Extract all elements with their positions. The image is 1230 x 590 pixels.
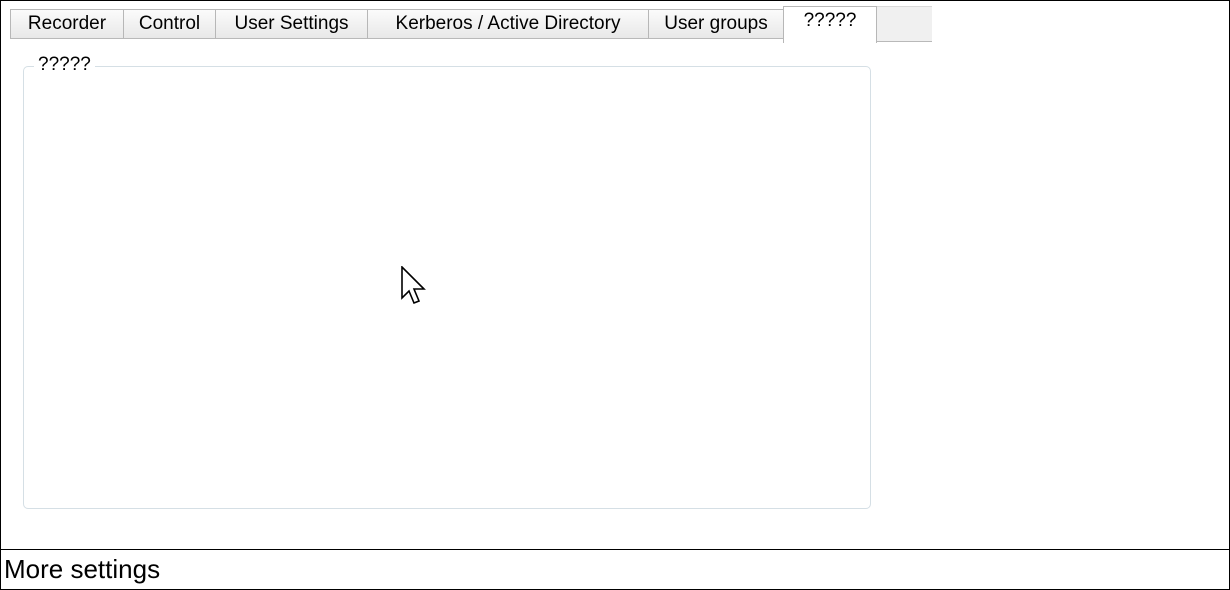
settings-group-box [23,66,871,509]
caption-divider [0,549,1230,550]
figure-caption: More settings [4,554,161,584]
tab-strip-empty-area [876,6,932,42]
mouse-pointer-icon [401,266,426,305]
tab-kerberos-active-directory[interactable]: Kerberos / Active Directory [367,9,649,39]
tab-user-groups[interactable]: User groups [648,9,784,39]
tab-user-settings[interactable]: User Settings [215,9,368,39]
group-box-title: ????? [34,54,95,76]
tab-strip: Recorder Control User Settings Kerberos … [10,6,932,43]
tab-more-settings[interactable]: ????? [783,6,877,43]
tab-recorder[interactable]: Recorder [10,9,124,39]
tab-control[interactable]: Control [123,9,216,39]
